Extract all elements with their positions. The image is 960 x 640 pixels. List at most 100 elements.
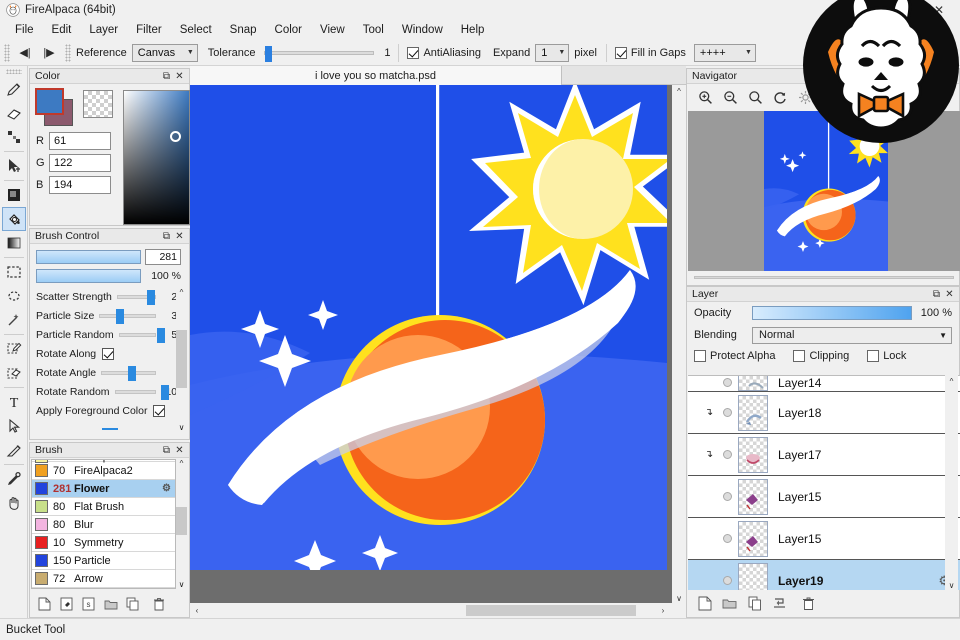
delete-icon[interactable]: [151, 597, 166, 612]
zoom-slider-track[interactable]: [694, 276, 954, 279]
particle-size-slider[interactable]: [99, 314, 156, 318]
rotate-icon[interactable]: [772, 89, 788, 105]
undo-nav-button[interactable]: ◀|: [13, 43, 37, 63]
folder-icon[interactable]: [103, 597, 118, 612]
menu-edit[interactable]: Edit: [43, 22, 81, 38]
layer-list-scrollbar[interactable]: ^ ∨: [945, 375, 958, 590]
text-tool[interactable]: T: [2, 390, 26, 414]
table-row[interactable]: Layer14: [688, 375, 960, 392]
brush-control-scrollbar[interactable]: ^ ∨: [176, 288, 187, 432]
particle-random-slider[interactable]: [119, 333, 156, 337]
menu-layer[interactable]: Layer: [80, 22, 127, 38]
list-item[interactable]: 150 Particle: [32, 552, 175, 570]
undock-icon[interactable]: ⧉: [160, 230, 173, 243]
protect-alpha-checkbox[interactable]: [694, 350, 706, 362]
close-icon[interactable]: ✕: [173, 70, 186, 83]
tool-palette-grip[interactable]: [6, 69, 22, 74]
scroll-thumb[interactable]: [176, 507, 187, 535]
close-icon[interactable]: ✕: [943, 288, 956, 301]
list-item[interactable]: 72 Arrow: [32, 570, 175, 588]
list-item[interactable]: 80 Flat Brush: [32, 498, 175, 516]
artboard[interactable]: [190, 85, 667, 570]
scroll-down-icon[interactable]: ∨: [176, 580, 187, 589]
close-icon[interactable]: ✕: [173, 444, 186, 457]
select-eraser-tool[interactable]: [2, 361, 26, 385]
menu-file[interactable]: File: [6, 22, 43, 38]
tolerance-knob[interactable]: [265, 46, 272, 62]
scroll-right-icon[interactable]: ›: [656, 606, 670, 615]
visibility-toggle[interactable]: [716, 450, 738, 459]
hand-tool[interactable]: [2, 491, 26, 515]
navigator-zoom-slider[interactable]: [688, 271, 960, 283]
canvas-viewport[interactable]: [190, 85, 672, 603]
slider-knob[interactable]: [147, 290, 155, 305]
saturation-value-picker[interactable]: [123, 90, 190, 225]
foreground-color-swatch[interactable]: [35, 88, 64, 115]
new-brush-icon[interactable]: [37, 597, 52, 612]
canvas-vertical-scrollbar[interactable]: ^ ∨: [672, 85, 686, 603]
new-folder-icon[interactable]: [722, 596, 737, 611]
rotate-random-slider[interactable]: [115, 390, 156, 394]
list-item[interactable]: 70 FireAlpaca: [32, 459, 175, 462]
options-grip[interactable]: [65, 44, 71, 62]
scroll-thumb[interactable]: [466, 605, 636, 616]
select-rect-tool[interactable]: [2, 260, 26, 284]
r-input[interactable]: 61: [49, 132, 111, 150]
menu-window[interactable]: Window: [393, 22, 452, 38]
brush-size-slider[interactable]: [36, 250, 141, 264]
bucket-tool[interactable]: [2, 207, 26, 231]
scroll-down-icon[interactable]: ∨: [176, 423, 187, 432]
undock-icon[interactable]: ⧉: [930, 288, 943, 301]
clipping-checkbox[interactable]: [793, 350, 805, 362]
delete-layer-icon[interactable]: [801, 596, 816, 611]
duplicate-brush-icon[interactable]: [59, 597, 74, 612]
table-row[interactable]: ↴ Layer18: [688, 392, 960, 434]
reference-select[interactable]: Canvas ▼: [132, 44, 198, 62]
move-tool[interactable]: [2, 154, 26, 178]
copy-icon[interactable]: [125, 597, 140, 612]
visibility-toggle[interactable]: [716, 534, 738, 543]
tolerance-slider[interactable]: 1: [264, 47, 390, 59]
zoom-out-icon[interactable]: [722, 89, 738, 105]
operation-tool[interactable]: [2, 414, 26, 438]
menu-tool[interactable]: Tool: [354, 22, 393, 38]
table-row-selected[interactable]: Layer19 ⚙: [688, 560, 960, 590]
menu-select[interactable]: Select: [171, 22, 221, 38]
layer-list[interactable]: Layer14 ↴ Layer18 ↴ Layer17: [688, 375, 960, 590]
brush-opacity-slider[interactable]: [36, 269, 141, 283]
rotate-along-checkbox[interactable]: [102, 348, 114, 360]
menu-view[interactable]: View: [311, 22, 354, 38]
menu-filter[interactable]: Filter: [127, 22, 171, 38]
lock-checkbox[interactable]: [867, 350, 879, 362]
list-item-selected[interactable]: 281 Flower ⚙: [32, 480, 175, 498]
table-row[interactable]: Layer15: [688, 518, 960, 560]
scroll-up-icon[interactable]: ^: [176, 459, 187, 470]
eyedropper-tool[interactable]: [2, 467, 26, 491]
table-row[interactable]: Layer15: [688, 476, 960, 518]
scroll-thumb[interactable]: [176, 330, 187, 388]
select-pen-tool[interactable]: [2, 337, 26, 361]
brush-tool[interactable]: [2, 438, 26, 462]
antialiasing-checkbox[interactable]: AntiAliasing: [407, 47, 480, 59]
slider-knob[interactable]: [116, 309, 124, 324]
zoom-reset-icon[interactable]: [747, 89, 763, 105]
scroll-left-icon[interactable]: ‹: [190, 606, 204, 615]
fill-gaps-select[interactable]: ++++ ▼: [694, 44, 756, 62]
redo-nav-button[interactable]: |▶: [37, 43, 61, 63]
fill-gaps-checkbox[interactable]: Fill in Gaps: [615, 47, 686, 59]
scatter-strength-slider[interactable]: [117, 295, 156, 299]
toolbar-grip[interactable]: [4, 44, 10, 62]
brush-size-value[interactable]: 281: [145, 249, 181, 265]
list-item[interactable]: 80 Blur: [32, 516, 175, 534]
slider-knob[interactable]: [128, 366, 136, 381]
tolerance-track[interactable]: [264, 51, 374, 55]
canvas-horizontal-scrollbar[interactable]: ‹ ›: [190, 603, 686, 618]
gradient-tool[interactable]: [2, 231, 26, 255]
expand-select[interactable]: 1 ▼: [535, 44, 569, 62]
gear-icon[interactable]: ⚙: [162, 483, 171, 494]
lasso-tool[interactable]: [2, 284, 26, 308]
pencil-tool[interactable]: [2, 77, 26, 101]
slider-knob[interactable]: [161, 385, 169, 400]
scroll-down-icon[interactable]: ∨: [672, 594, 686, 603]
visibility-toggle[interactable]: [716, 408, 738, 417]
